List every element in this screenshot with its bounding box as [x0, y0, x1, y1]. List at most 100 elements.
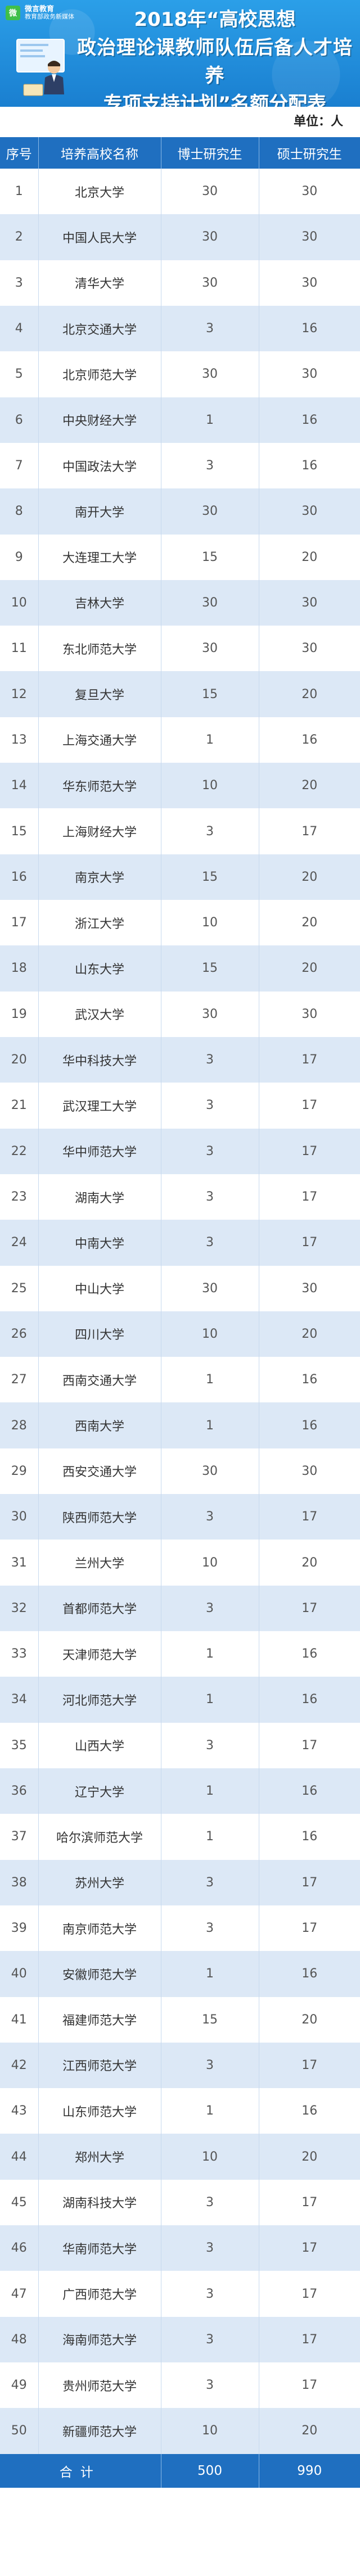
cell-master: 16: [302, 1967, 318, 1981]
header-school: 培养高校名称: [38, 137, 161, 169]
cell-school: 西南大学: [38, 1402, 161, 1448]
teacher-illustration-icon: [16, 39, 65, 96]
cell-master: 17: [302, 824, 318, 839]
header-phd: 博士研究生: [161, 137, 259, 169]
table-row: 45 湖南科技大学 3 17: [0, 2179, 360, 2226]
table-row: 49 贵州师范大学 3 17: [0, 2362, 360, 2409]
table-row: 11 东北师范大学 30 30: [0, 626, 360, 672]
table-row: 47 广西师范大学 3 17: [0, 2271, 360, 2317]
cell-school: 中国政法大学: [38, 442, 161, 489]
cell-phd: 3: [161, 2362, 259, 2409]
cell-index: 21: [0, 1083, 39, 1129]
cell-index: 1: [0, 169, 39, 215]
quota-table: 序号 培养高校名称 博士研究生 硕士研究生 1 北京大学 30 30 2 中国人民大学 30…: [0, 137, 360, 2488]
table-row: 1 北京大学 30 30: [0, 169, 360, 215]
table-row: 10 吉林大学 30 30: [0, 580, 360, 626]
cell-index: 10: [0, 580, 39, 626]
cell-index: 39: [0, 1905, 39, 1952]
cell-master: 17: [302, 1921, 318, 1936]
cell-master: 30: [302, 641, 318, 656]
table-row: 5 北京师范大学 30 30: [0, 351, 360, 397]
cell-school: 四川大学: [38, 1311, 161, 1357]
table-row: 24 中南大学 3 17: [0, 1220, 360, 1266]
cell-school: 南开大学: [38, 488, 161, 535]
cell-master: 20: [302, 961, 318, 976]
total-label-text: 合计: [59, 2465, 101, 2480]
cell-school: 中山大学: [38, 1265, 161, 1311]
table-row: 42 江西师范大学 3 17: [0, 2042, 360, 2089]
cell-school: 中南大学: [38, 1220, 161, 1266]
cell-phd: 30: [161, 488, 259, 535]
total-master: 990: [297, 2463, 322, 2478]
cell-index: 46: [0, 2225, 39, 2271]
header-master: 硕士研究生: [277, 147, 342, 162]
cell-master: 30: [302, 504, 318, 519]
cell-index: 19: [0, 991, 39, 1037]
cell-index: 41: [0, 1996, 39, 2043]
cell-index: 31: [0, 1540, 39, 1586]
cell-master: 17: [302, 2195, 318, 2210]
title-line2: 政治理论课教师队伍后备人才培养: [77, 37, 353, 87]
cell-index: 13: [0, 717, 39, 763]
cell-school: 安徽师范大学: [38, 1951, 161, 1997]
cell-phd: 30: [161, 626, 259, 672]
cell-index: 49: [0, 2362, 39, 2409]
cell-school: 南京大学: [38, 854, 161, 900]
cell-master: 16: [302, 1373, 318, 1387]
cell-master: 17: [302, 1144, 318, 1158]
cell-index: 25: [0, 1265, 39, 1311]
cell-index: 3: [0, 260, 39, 306]
cell-master: 20: [302, 687, 318, 701]
cell-master: 20: [302, 2149, 318, 2164]
table-row: 6 中央财经大学 1 16: [0, 397, 360, 443]
header-banner: 微 微言教育 教育部政务新媒体 2018年“高校思想 政治理论课教师队伍后备人才…: [0, 0, 360, 107]
cell-phd: 15: [161, 534, 259, 580]
cell-index: 2: [0, 214, 39, 260]
cell-master: 20: [302, 870, 318, 884]
cell-index: 43: [0, 2088, 39, 2134]
cell-index: 38: [0, 1859, 39, 1905]
table-row: 34 河北师范大学 1 16: [0, 1677, 360, 1723]
total-phd: 500: [161, 2453, 259, 2488]
cell-school: 福建师范大学: [38, 1996, 161, 2043]
cell-phd: 10: [161, 1311, 259, 1357]
cell-index: 18: [0, 945, 39, 992]
cell-master: 16: [302, 1784, 318, 1799]
table-row: 25 中山大学 30 30: [0, 1265, 360, 1311]
cell-index: 16: [0, 854, 39, 900]
cell-master: 17: [302, 1235, 318, 1250]
cell-index: 4: [0, 305, 39, 352]
cell-phd: 3: [161, 1905, 259, 1952]
cell-school: 中央财经大学: [38, 397, 161, 443]
cell-school: 首都师范大学: [38, 1585, 161, 1631]
cell-phd: 3: [161, 1220, 259, 1266]
cell-school: 山东大学: [38, 945, 161, 992]
cell-index: 48: [0, 2316, 39, 2362]
table-row: 39 南京师范大学 3 17: [0, 1905, 360, 1952]
cell-school: 广西师范大学: [38, 2271, 161, 2317]
cell-phd: 3: [161, 305, 259, 352]
cell-school: 南京师范大学: [38, 1905, 161, 1952]
cell-phd: 10: [161, 763, 259, 809]
table-row: 26 四川大学 10 20: [0, 1311, 360, 1357]
cell-phd: 3: [161, 1036, 259, 1083]
cell-phd: 1: [161, 1631, 259, 1677]
header-index: 序号: [0, 137, 39, 169]
cell-school: 复旦大学: [38, 671, 161, 717]
cell-master: 16: [302, 413, 318, 427]
cell-index: 34: [0, 1677, 39, 1723]
cell-phd: 10: [161, 2408, 259, 2454]
cell-master: 16: [302, 1418, 318, 1433]
cell-master: 16: [302, 732, 318, 747]
cell-school: 山西大学: [38, 1722, 161, 1768]
cell-master: 16: [302, 1692, 318, 1707]
table-row: 17 浙江大学 10 20: [0, 900, 360, 946]
cell-phd: 3: [161, 1585, 259, 1631]
cell-master: 16: [302, 1830, 318, 1844]
cell-school: 西安交通大学: [38, 1448, 161, 1495]
cell-school: 武汉大学: [38, 991, 161, 1037]
table-row: 22 华中师范大学 3 17: [0, 1128, 360, 1174]
title-line1: 2018年“高校思想: [134, 8, 296, 31]
cell-index: 11: [0, 626, 39, 672]
cell-phd: 10: [161, 900, 259, 946]
